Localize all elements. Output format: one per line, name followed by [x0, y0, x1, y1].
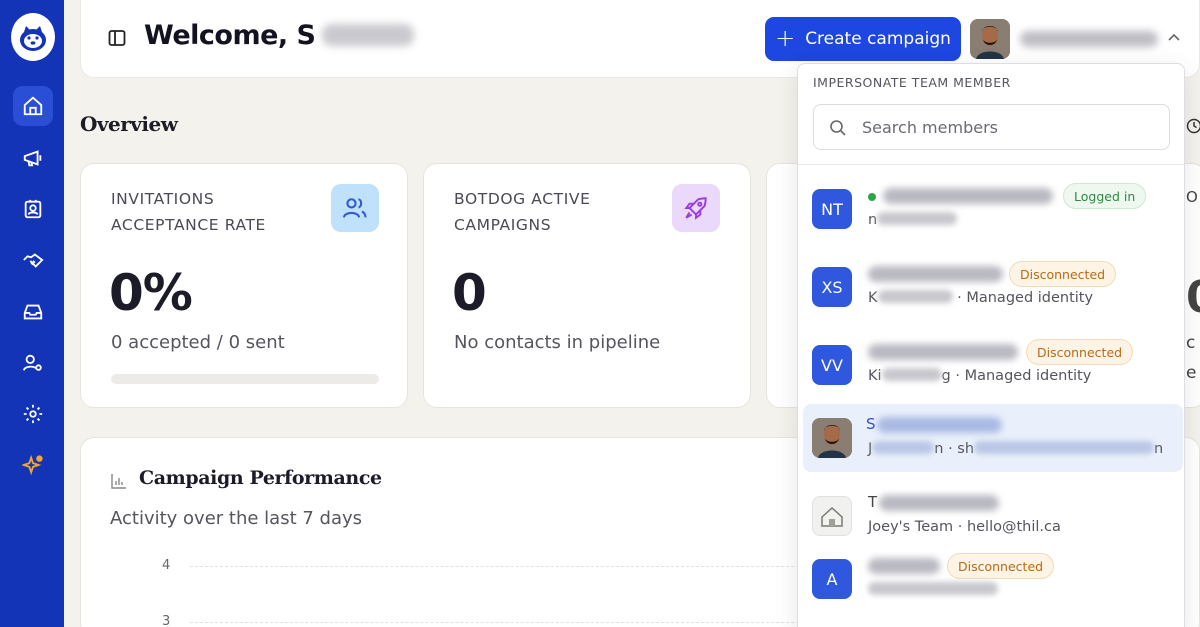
y-tick: 3 — [162, 614, 171, 627]
member-avatar: NT — [812, 189, 852, 229]
member-name-redacted — [877, 417, 1002, 433]
user-settings-icon — [22, 354, 42, 371]
chevron-up-icon[interactable] — [1166, 30, 1182, 46]
handshake-icon — [23, 253, 44, 268]
y-tick: 4 — [162, 558, 171, 573]
member-detail: Ki g · Managed identity — [868, 368, 1092, 384]
member-item[interactable]: VV Disconnected Ki g · Managed identity — [803, 331, 1183, 399]
nav-ai[interactable] — [13, 445, 53, 485]
user-name-redacted[interactable] — [1020, 31, 1158, 47]
member-item[interactable]: XS Disconnected K · Managed identity — [803, 253, 1183, 321]
megaphone-icon — [23, 150, 42, 167]
nav-contacts[interactable] — [13, 189, 53, 229]
overview-heading: Overview — [80, 112, 178, 136]
sidebar — [0, 0, 64, 627]
member-name-redacted — [868, 558, 940, 574]
sidebar-toggle-icon[interactable] — [108, 29, 126, 47]
inbox-icon — [23, 304, 43, 320]
member-item[interactable]: A Disconnected — [803, 545, 1183, 613]
card-label-fragment: O — [1186, 188, 1198, 206]
clock-icon[interactable] — [1186, 118, 1200, 134]
member-item[interactable]: T Joey's Team · hello@thil.ca — [803, 482, 1183, 550]
acceptance-rate-card: INVITATIONS ACCEPTANCE RATE 0% 0 accepte… — [80, 163, 408, 408]
active-campaigns-value: 0 — [452, 264, 487, 322]
card-sub-fragment: e — [1186, 363, 1197, 383]
gear-icon — [23, 404, 43, 424]
home-icon — [23, 96, 43, 116]
create-campaign-label: Create campaign — [805, 29, 951, 49]
member-detail — [868, 582, 998, 598]
member-avatar: VV — [812, 345, 852, 385]
divider — [798, 164, 1184, 165]
contact-card-icon — [24, 199, 42, 219]
rocket-icon — [684, 197, 707, 220]
status-badge: Logged in — [1063, 183, 1147, 209]
member-search[interactable] — [813, 104, 1170, 150]
users-icon — [342, 198, 367, 218]
active-campaigns-card: BOTDOG ACTIVE CAMPAIGNS 0 No contacts in… — [423, 163, 751, 408]
user-photo-icon — [970, 19, 1010, 59]
user-avatar[interactable] — [970, 19, 1010, 59]
performance-subtitle: Activity over the last 7 days — [110, 508, 363, 529]
dog-logo-icon — [20, 26, 46, 51]
online-indicator — [868, 193, 876, 201]
status-badge: Disconnected — [1009, 261, 1117, 287]
search-icon — [830, 120, 846, 136]
nav-team[interactable] — [13, 343, 53, 383]
card-label: INVITATIONS ACCEPTANCE RATE — [111, 190, 266, 234]
card-value-fragment: 0 — [1186, 272, 1200, 323]
member-name-redacted — [879, 495, 999, 511]
nav-inbox[interactable] — [13, 292, 53, 332]
status-badge: Disconnected — [947, 553, 1055, 579]
nav-settings[interactable] — [13, 394, 53, 434]
member-photo-icon — [812, 418, 852, 458]
house-logo-icon — [821, 506, 843, 527]
botdog-logo[interactable] — [11, 13, 55, 61]
page-title: Welcome, S — [144, 20, 414, 51]
create-campaign-button[interactable]: + Create campaign — [765, 17, 961, 61]
member-name-redacted — [868, 344, 1018, 360]
member-item-selected[interactable]: S Jn · sh n — [803, 404, 1183, 472]
status-badge: Disconnected — [1026, 339, 1134, 365]
search-members-input[interactable] — [862, 115, 1152, 139]
member-avatar — [812, 418, 852, 458]
sparkle-icon — [22, 454, 43, 476]
acceptance-progress-bar — [111, 374, 379, 384]
card-label: BOTDOG ACTIVE CAMPAIGNS — [454, 190, 591, 234]
member-detail: Joey's Team · hello@thil.ca — [868, 519, 1061, 535]
icon-tile — [331, 184, 379, 232]
active-campaigns-sub: No contacts in pipeline — [454, 332, 661, 353]
acceptance-rate-value: 0% — [109, 264, 193, 322]
member-detail: Jn · sh n — [868, 441, 1164, 457]
bar-chart-icon — [111, 474, 126, 489]
plus-icon: + — [775, 24, 796, 52]
member-name-initial: T — [868, 493, 878, 511]
member-name-redacted — [868, 266, 1003, 282]
member-avatar: A — [812, 559, 852, 599]
performance-title: Campaign Performance — [139, 467, 382, 489]
acceptance-rate-sub: 0 accepted / 0 sent — [111, 332, 285, 353]
member-name-initial: S — [866, 415, 876, 433]
user-name-redacted — [321, 24, 414, 46]
member-detail: n — [868, 212, 958, 228]
member-name-redacted — [883, 188, 1053, 204]
nav-deals[interactable] — [13, 240, 53, 280]
member-detail: K · Managed identity — [868, 290, 1094, 306]
member-avatar: XS — [812, 267, 852, 307]
card-sub-fragment: c — [1186, 333, 1196, 353]
member-item[interactable]: NT Logged in n — [803, 175, 1183, 243]
impersonate-dropdown: IMPERSONATE TEAM MEMBER NT Logged in n X… — [797, 63, 1185, 627]
dropdown-heading: IMPERSONATE TEAM MEMBER — [813, 75, 1011, 90]
nav-home[interactable] — [13, 86, 53, 126]
member-avatar — [812, 496, 852, 536]
nav-campaigns[interactable] — [13, 138, 53, 178]
icon-tile — [672, 184, 720, 232]
